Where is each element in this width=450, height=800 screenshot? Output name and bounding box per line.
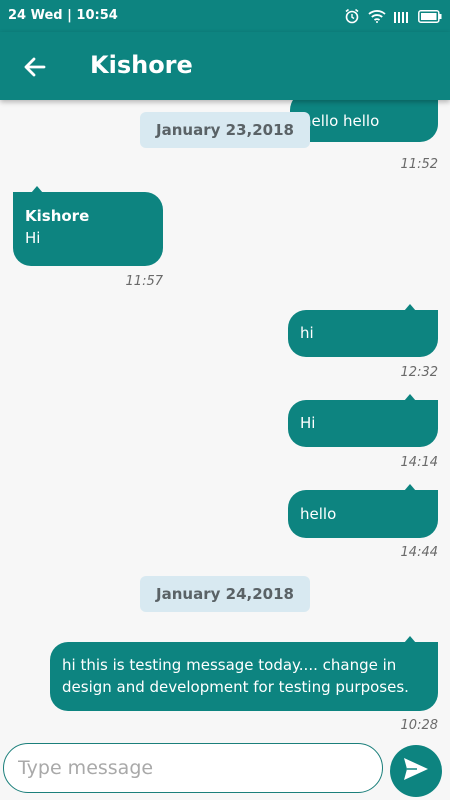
status-bar: 24 Wed | 10:54 — [0, 0, 450, 32]
status-date-time: 24 Wed | 10:54 — [8, 8, 118, 23]
message-time: 12:32 — [400, 365, 438, 380]
message-bubble-outgoing[interactable]: hello — [288, 484, 438, 538]
message-time: 11:52 — [400, 157, 438, 172]
message-time: 10:28 — [400, 718, 438, 733]
message-bubble-outgoing[interactable]: hi — [288, 304, 438, 357]
bubble-tail — [404, 484, 416, 491]
message-text: hi this is testing message today.... cha… — [62, 656, 409, 696]
arrow-left-icon — [18, 50, 52, 84]
bubble-tail — [404, 636, 416, 643]
message-input[interactable] — [3, 743, 383, 793]
message-bubble-outgoing[interactable]: Hi — [288, 394, 438, 447]
message-sender: Kishore — [25, 207, 90, 225]
message-bubble-outgoing[interactable]: hi this is testing message today.... cha… — [50, 636, 438, 711]
wifi-icon — [368, 9, 386, 23]
date-separator: January 24,2018 — [140, 576, 310, 612]
message-time: 14:14 — [400, 455, 438, 470]
app-bar: Kishore — [0, 32, 450, 100]
message-text: hello hello — [302, 112, 380, 130]
send-icon — [402, 756, 430, 787]
chat-messages[interactable]: hello hello 11:52 January 23,2018 Kishor… — [0, 100, 450, 740]
signal-icon — [394, 10, 410, 23]
bubble-tail — [404, 394, 416, 401]
message-text: hello — [300, 505, 337, 523]
message-text: hi — [300, 324, 314, 342]
bubble-tail — [404, 304, 416, 311]
message-time: 14:44 — [400, 545, 438, 560]
message-text: Hi — [300, 414, 316, 432]
conversation-title: Kishore — [90, 51, 193, 79]
message-time: 11:57 — [125, 274, 163, 289]
date-separator: January 23,2018 — [140, 112, 310, 148]
message-bubble-outgoing[interactable]: hello hello — [290, 100, 438, 142]
battery-icon — [418, 9, 442, 23]
message-bubble-incoming[interactable]: Kishore Hi — [13, 186, 163, 266]
message-text: Hi — [25, 229, 41, 247]
composer-bar — [0, 740, 450, 800]
back-button[interactable] — [18, 50, 52, 84]
send-button[interactable] — [390, 745, 442, 797]
alarm-icon — [344, 8, 360, 24]
status-icons — [344, 7, 442, 25]
bubble-tail — [31, 186, 43, 193]
